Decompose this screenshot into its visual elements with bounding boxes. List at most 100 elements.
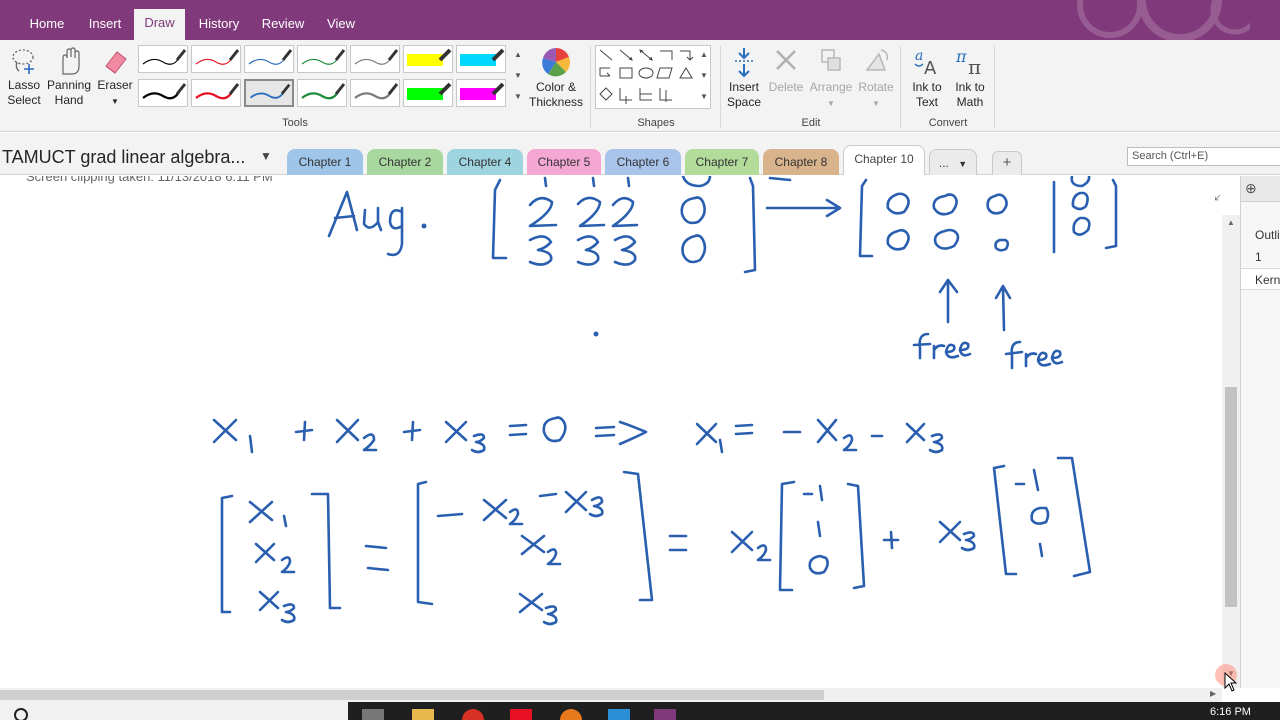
- arrange-dropdown-icon: ▼: [827, 99, 835, 108]
- add-page-icon[interactable]: ⊕: [1245, 180, 1257, 197]
- pens-more-icon[interactable]: ▼: [512, 87, 524, 107]
- ink-to-math-icon: π π: [955, 47, 981, 78]
- onenote-icon[interactable]: [654, 709, 676, 720]
- add-section-button[interactable]: +: [992, 151, 1022, 175]
- delete-button[interactable]: Delete: [766, 46, 806, 95]
- tab-draw[interactable]: Draw: [134, 9, 185, 40]
- section-tab-chapter-6[interactable]: Chapter 6: [605, 149, 681, 175]
- page-item-kernel[interactable]: Kerne: [1241, 268, 1280, 290]
- hscroll-thumb[interactable]: [0, 690, 824, 700]
- shapes-scroll-down-icon[interactable]: ▼: [698, 66, 710, 86]
- pens-scroll-up-icon[interactable]: ▲: [512, 45, 524, 65]
- arrange-label: Arrange: [809, 80, 853, 94]
- delete-x-icon: [776, 50, 796, 70]
- convert-group-label: Convert: [928, 117, 968, 129]
- section-tab-chapter-10[interactable]: Chapter 10: [843, 145, 925, 175]
- svg-text:a: a: [915, 48, 923, 64]
- rotate-dropdown-icon: ▼: [872, 99, 880, 108]
- highlighter-magenta[interactable]: [456, 79, 506, 107]
- highlighter-green[interactable]: [403, 79, 453, 107]
- task-view-icon[interactable]: [362, 709, 384, 720]
- chevron-down-icon: ▼: [958, 159, 968, 169]
- tab-view[interactable]: View: [316, 10, 366, 40]
- delete-label: Delete: [768, 80, 804, 94]
- pens-gallery: [138, 45, 510, 109]
- pen-black-thin[interactable]: [138, 45, 188, 73]
- rotate-button[interactable]: Rotate ▼: [856, 46, 896, 111]
- color-thickness-button[interactable]: Color & Thickness: [528, 46, 584, 110]
- page-canvas[interactable]: Screen clipping taken: 11/13/2018 6:11 P…: [0, 176, 1220, 688]
- tab-review[interactable]: Review: [254, 10, 312, 40]
- notebook-dropdown-icon[interactable]: ▼: [260, 149, 272, 163]
- ribbon-tab-bar: Home Insert Draw History Review View: [0, 0, 1280, 40]
- notebook-title[interactable]: TAMUCT grad linear algebra...: [2, 147, 245, 168]
- group-separator: [720, 46, 721, 128]
- shapes-group-label: Shapes: [637, 117, 675, 129]
- highlighter-cyan[interactable]: [456, 45, 506, 73]
- ink-to-text-label-2: Text: [915, 95, 938, 109]
- section-tab-chapter-1[interactable]: Chapter 1: [287, 149, 363, 175]
- lasso-label-1: Lasso: [7, 78, 41, 92]
- expand-icon[interactable]: ⤢: [1214, 188, 1220, 204]
- tab-home[interactable]: Home: [18, 10, 76, 40]
- scroll-up-icon[interactable]: ▲: [1225, 217, 1237, 229]
- more-sections-button[interactable]: ... ▼: [929, 149, 977, 175]
- scroll-thumb[interactable]: [1225, 387, 1237, 607]
- notebook-bar: TAMUCT grad linear algebra... ▼ Chapter …: [0, 133, 1280, 175]
- ink-to-math-button[interactable]: π π Ink to Math: [950, 46, 990, 110]
- panning-hand-button[interactable]: Panning Hand: [46, 46, 92, 108]
- horizontal-scrollbar[interactable]: ▶: [0, 688, 1222, 702]
- page-outline-label[interactable]: Outli: [1255, 228, 1280, 242]
- file-explorer-icon[interactable]: [412, 709, 434, 720]
- vertical-scrollbar[interactable]: ▲ ▼: [1222, 215, 1240, 688]
- page-number-label[interactable]: 1: [1255, 250, 1262, 264]
- insert-space-button[interactable]: Insert Space: [724, 46, 764, 110]
- svg-text:A: A: [924, 58, 937, 78]
- tab-insert[interactable]: Insert: [78, 10, 132, 40]
- shapes-more-icon[interactable]: ▼: [698, 87, 710, 107]
- lasso-select-button[interactable]: Lasso Select: [4, 46, 44, 108]
- ink-to-text-button[interactable]: a A Ink to Text: [906, 46, 948, 110]
- scroll-right-icon[interactable]: ▶: [1210, 689, 1216, 698]
- arrange-button[interactable]: Arrange ▼: [808, 46, 854, 111]
- pens-scroll-down-icon[interactable]: ▼: [512, 66, 524, 86]
- section-tab-chapter-4[interactable]: Chapter 4: [447, 149, 523, 175]
- section-tab-chapter-5[interactable]: Chapter 5: [527, 149, 601, 175]
- pen-red-thin[interactable]: [191, 45, 241, 73]
- pen-green-thin[interactable]: [297, 45, 347, 73]
- taskbar-clock[interactable]: 6:16 PM: [1210, 706, 1251, 718]
- pen-blue-selected[interactable]: [244, 79, 294, 107]
- shapes-icons: [599, 49, 694, 104]
- group-separator: [900, 46, 901, 128]
- search-input[interactable]: Search (Ctrl+E): [1127, 147, 1280, 166]
- firefox-icon[interactable]: [560, 709, 582, 720]
- tab-history[interactable]: History: [188, 10, 250, 40]
- pen-gray-thick[interactable]: [350, 79, 400, 107]
- color-label-1: Color &: [535, 80, 576, 94]
- eraser-icon: [105, 51, 127, 74]
- acrobat-icon[interactable]: [510, 709, 532, 720]
- svg-text:π: π: [955, 47, 967, 66]
- pen-black-thick[interactable]: [138, 79, 188, 107]
- taskbar-search-box[interactable]: [0, 702, 348, 720]
- section-tab-chapter-7[interactable]: Chapter 7: [685, 149, 759, 175]
- pen-green-thick[interactable]: [297, 79, 347, 107]
- color-palette-icon: [542, 48, 571, 77]
- pen-blue-thin[interactable]: [244, 45, 294, 73]
- shapes-gallery[interactable]: [595, 45, 711, 109]
- section-tab-chapter-8[interactable]: Chapter 8: [763, 149, 839, 175]
- chrome-icon[interactable]: [462, 709, 484, 720]
- header-decoration: [1077, 0, 1250, 40]
- eraser-button[interactable]: Eraser ▼: [96, 46, 134, 109]
- pen-gray-thin[interactable]: [350, 45, 400, 73]
- insert-space-label-2: Space: [726, 95, 762, 109]
- highlighter-yellow[interactable]: [403, 45, 453, 73]
- ink-to-text-label-1: Ink to: [912, 80, 942, 94]
- app-icon[interactable]: [608, 709, 630, 720]
- pen-red-thick[interactable]: [191, 79, 241, 107]
- more-sections-label: ...: [938, 156, 949, 170]
- add-page-header[interactable]: ⊕: [1241, 176, 1280, 202]
- section-tab-chapter-2[interactable]: Chapter 2: [367, 149, 443, 175]
- windows-taskbar: 6:16 PM: [0, 702, 1280, 720]
- shapes-scroll-up-icon[interactable]: ▲: [698, 45, 710, 65]
